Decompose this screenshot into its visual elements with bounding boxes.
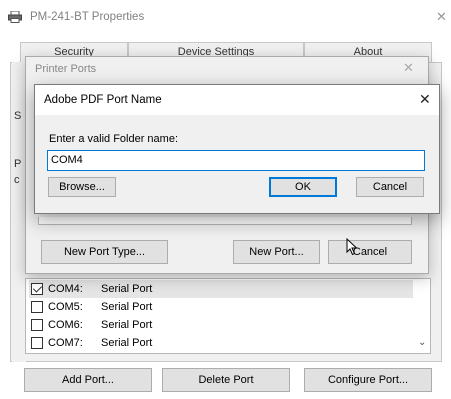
window-title: PM-241-BT Properties xyxy=(30,11,145,23)
obscured-labels: S P c xyxy=(12,62,26,362)
close-icon[interactable]: ✕ xyxy=(436,9,447,25)
port-description: Serial Port xyxy=(101,301,153,313)
dialog-title-bar: Adobe PDF Port Name ✕ xyxy=(35,85,439,115)
new-port-button[interactable]: New Port... xyxy=(233,240,320,264)
port-checkbox[interactable] xyxy=(31,301,43,313)
configure-port-button[interactable]: Configure Port... xyxy=(304,368,432,392)
folder-name-label: Enter a valid Folder name: xyxy=(49,133,179,145)
printer-ports-title: Printer Ports xyxy=(35,63,97,75)
port-description: Serial Port xyxy=(101,319,153,331)
list-item[interactable]: COM7: Serial Port xyxy=(29,334,413,352)
close-icon[interactable]: ✕ xyxy=(403,60,414,76)
cancel-button[interactable]: Cancel xyxy=(328,240,412,264)
adobe-pdf-port-name-dialog: Adobe PDF Port Name ✕ Enter a valid Fold… xyxy=(34,84,440,214)
port-description: Serial Port xyxy=(101,283,153,295)
port-name: COM5: xyxy=(48,301,83,313)
ok-button[interactable]: OK xyxy=(269,177,337,197)
list-item[interactable]: COM4: Serial Port xyxy=(29,280,413,298)
obscured-label: c xyxy=(14,174,20,186)
delete-port-button[interactable]: Delete Port xyxy=(162,368,290,392)
port-name: COM4: xyxy=(48,283,83,295)
list-item[interactable]: COM6: Serial Port xyxy=(29,316,413,334)
chevron-down-icon[interactable]: ⌄ xyxy=(418,337,426,348)
printer-properties-window: PM-241-BT Properties ✕ Security Device S… xyxy=(0,0,451,399)
printer-icon xyxy=(8,11,22,23)
obscured-label: S xyxy=(14,110,22,122)
list-scrollbar[interactable]: ⌄ xyxy=(415,279,430,353)
list-item[interactable]: COM5: Serial Port xyxy=(29,298,413,316)
port-name: COM6: xyxy=(48,319,83,331)
port-description: Serial Port xyxy=(101,337,153,349)
close-icon[interactable]: ✕ xyxy=(419,91,431,108)
obscured-label: P xyxy=(14,158,22,170)
port-checkbox[interactable] xyxy=(31,283,43,295)
port-list[interactable]: COM4: Serial Port COM5: Serial Port COM6… xyxy=(25,278,431,354)
add-port-button[interactable]: Add Port... xyxy=(24,368,152,392)
port-name: COM7: xyxy=(48,337,83,349)
port-checkbox[interactable] xyxy=(31,337,43,349)
port-checkbox[interactable] xyxy=(31,319,43,331)
ports-listbox-edge xyxy=(38,217,412,225)
title-bar: PM-241-BT Properties ✕ xyxy=(0,0,451,32)
browse-button[interactable]: Browse... xyxy=(48,177,116,197)
new-port-type-button[interactable]: New Port Type... xyxy=(41,240,168,264)
mouse-cursor-icon xyxy=(346,238,358,256)
folder-name-input[interactable]: COM4 xyxy=(47,150,425,171)
dialog-title: Adobe PDF Port Name xyxy=(44,94,162,106)
cancel-button[interactable]: Cancel xyxy=(356,177,424,197)
